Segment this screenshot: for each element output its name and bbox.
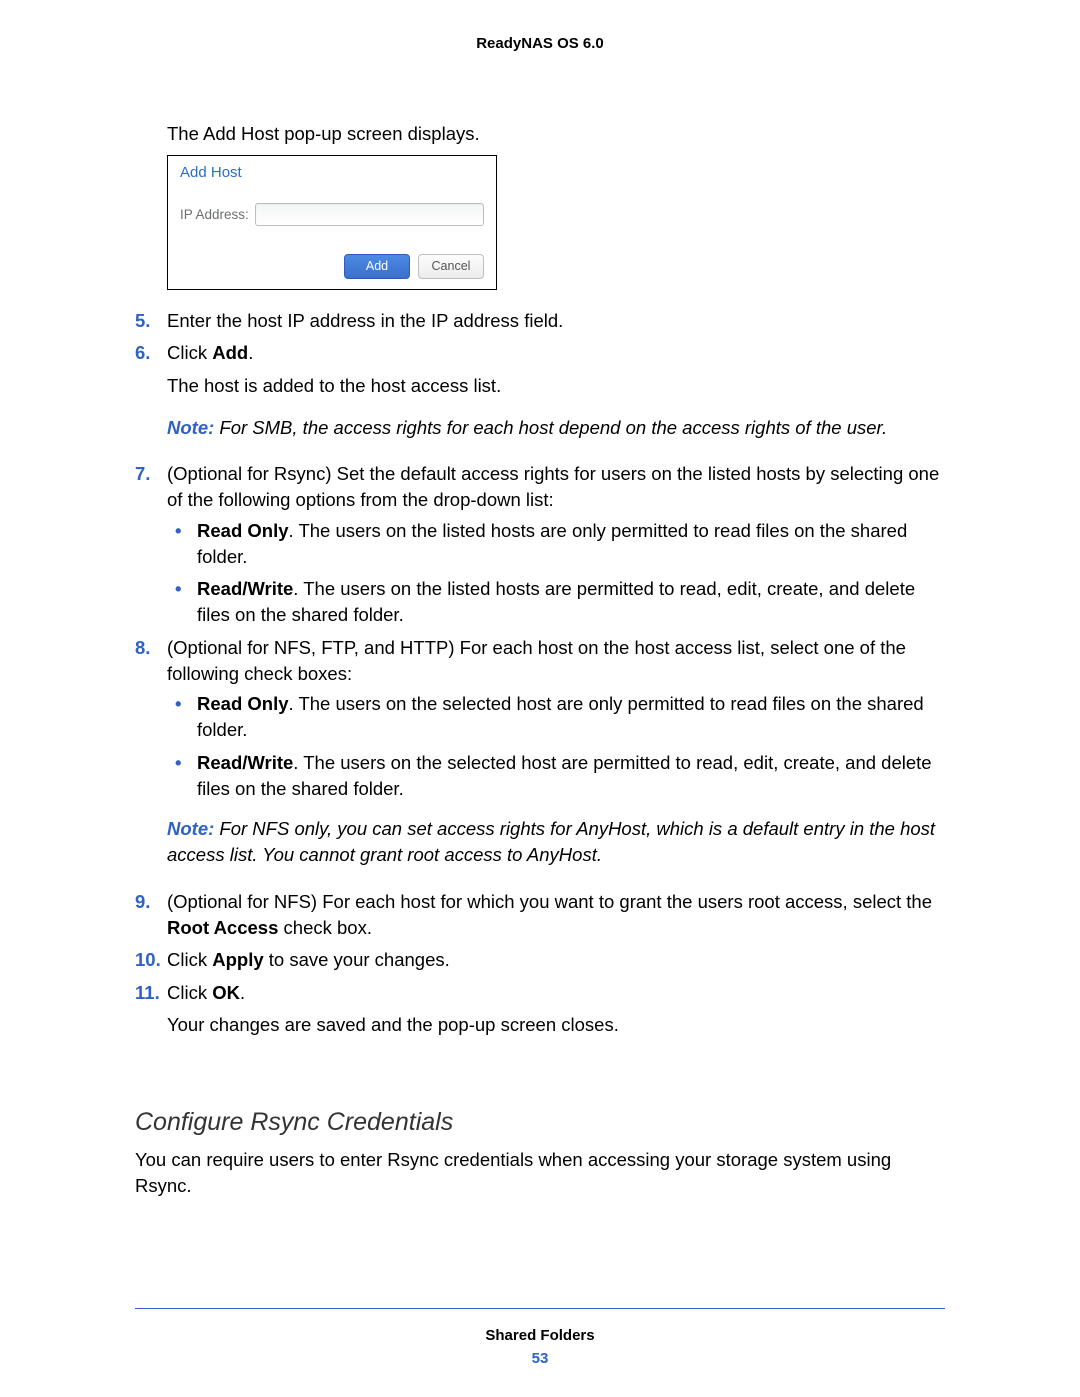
add-button[interactable]: Add: [344, 254, 410, 279]
step-5: Enter the host IP address in the IP addr…: [135, 308, 945, 334]
step-11-suffix: .: [240, 982, 245, 1003]
step-9-bold: Root Access: [167, 917, 278, 938]
step-8-bullet-2-rest: . The users on the selected host are per…: [197, 752, 932, 799]
step-11-bold: OK: [212, 982, 240, 1003]
step-8-bullet-1-bold: Read Only: [197, 693, 289, 714]
dialog-title: Add Host: [180, 164, 484, 181]
step-7-bullet-1: Read Only. The users on the listed hosts…: [167, 518, 945, 571]
note-1-body: For SMB, the access rights for each host…: [219, 417, 887, 438]
add-host-dialog: Add Host IP Address: Add Cancel: [167, 155, 497, 290]
step-11-prefix: Click: [167, 982, 212, 1003]
footer-title: Shared Folders: [135, 1327, 945, 1344]
step-11: Click OK.: [135, 980, 945, 1006]
step-7-bullet-1-rest: . The users on the listed hosts are only…: [197, 520, 907, 567]
step-8-text: (Optional for NFS, FTP, and HTTP) For ea…: [167, 637, 906, 684]
step-6-suffix: .: [248, 342, 253, 363]
step-10-bold: Apply: [212, 949, 263, 970]
step-11-followup: Your changes are saved and the pop-up sc…: [167, 1012, 945, 1038]
step-9-a: (Optional for NFS) For each host for whi…: [167, 891, 932, 912]
step-7-bullet-1-bold: Read Only: [197, 520, 289, 541]
step-8-bullet-2: Read/Write. The users on the selected ho…: [167, 750, 945, 803]
note-1: Note: For SMB, the access rights for eac…: [167, 415, 945, 441]
step-8-bullet-1: Read Only. The users on the selected hos…: [167, 691, 945, 744]
footer-page-number: 53: [135, 1350, 945, 1367]
note-2: Note: For NFS only, you can set access r…: [167, 816, 945, 869]
step-7-text: (Optional for Rsync) Set the default acc…: [167, 463, 939, 510]
step-7: (Optional for Rsync) Set the default acc…: [135, 461, 945, 629]
step-10-prefix: Click: [167, 949, 212, 970]
step-7-bullet-2-bold: Read/Write: [197, 578, 293, 599]
step-9-b: check box.: [278, 917, 372, 938]
step-7-bullet-2-rest: . The users on the listed hosts are perm…: [197, 578, 915, 625]
ip-address-row: IP Address:: [180, 203, 484, 226]
section-body: You can require users to enter Rsync cre…: [135, 1147, 945, 1200]
section-heading: Configure Rsync Credentials: [135, 1108, 945, 1137]
step-8-bullet-2-bold: Read/Write: [197, 752, 293, 773]
step-9: (Optional for NFS) For each host for whi…: [135, 889, 945, 942]
step-6-bold: Add: [212, 342, 248, 363]
step-8: (Optional for NFS, FTP, and HTTP) For ea…: [135, 635, 945, 803]
step-6: Click Add.: [135, 340, 945, 366]
ip-address-input[interactable]: [255, 203, 484, 226]
running-head: ReadyNAS OS 6.0: [135, 35, 945, 52]
step-5-text: Enter the host IP address in the IP addr…: [167, 310, 563, 331]
ip-address-label: IP Address:: [180, 207, 249, 222]
page-footer: Shared Folders 53: [135, 1308, 945, 1367]
step-8-bullet-1-rest: . The users on the selected host are onl…: [197, 693, 924, 740]
step-10-suffix: to save your changes.: [264, 949, 450, 970]
intro-text: The Add Host pop-up screen displays.: [167, 122, 945, 147]
step-6-prefix: Click: [167, 342, 212, 363]
note-2-label: Note:: [167, 818, 219, 839]
cancel-button[interactable]: Cancel: [418, 254, 484, 279]
note-1-label: Note:: [167, 417, 219, 438]
step-10: Click Apply to save your changes.: [135, 947, 945, 973]
step-7-bullet-2: Read/Write. The users on the listed host…: [167, 576, 945, 629]
step-6-followup: The host is added to the host access lis…: [167, 373, 945, 399]
note-2-body: For NFS only, you can set access rights …: [167, 818, 935, 865]
